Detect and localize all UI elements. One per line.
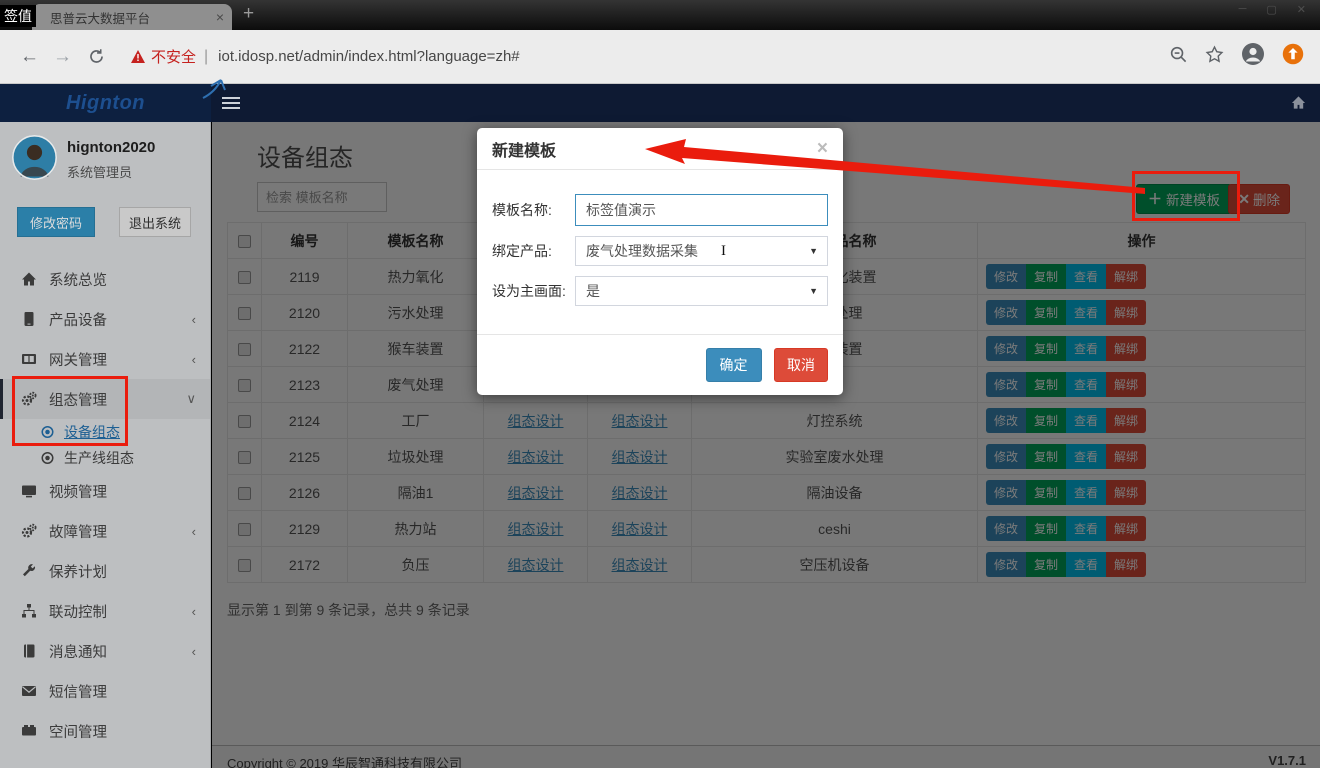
sitemap-icon (20, 603, 37, 619)
caret-down-icon: ▼ (809, 246, 818, 256)
browser-profile-avatar[interactable] (1241, 42, 1265, 71)
sidebar-item-10[interactable]: 空间管理 (0, 711, 210, 751)
browser-tab[interactable]: 思普云大数据平台 × (32, 4, 232, 30)
circle-dot-icon (40, 424, 55, 440)
main-screen-select[interactable]: 是 ▼ (575, 276, 828, 306)
back-icon[interactable]: ← (20, 46, 39, 68)
template-name-input[interactable] (575, 194, 828, 226)
chevron-left-icon: ‹ (192, 352, 196, 367)
avatar (12, 135, 57, 185)
logout-button[interactable]: 退出系统 (119, 207, 191, 237)
new-tab-button[interactable]: + (243, 3, 254, 25)
bookmark-star-icon[interactable] (1205, 45, 1224, 69)
home-icon[interactable] (1291, 95, 1306, 115)
sidebar-toggle-icon[interactable] (222, 94, 240, 112)
film-icon (20, 351, 37, 367)
sidebar-item-8[interactable]: 消息通知‹ (0, 631, 210, 671)
sidebar-item-5[interactable]: 故障管理‹ (0, 511, 210, 551)
window-controls: ─ ▢ ✕ (1239, 3, 1306, 16)
confirm-button[interactable]: 确定 (706, 348, 762, 382)
tab-close-icon[interactable]: × (216, 10, 224, 24)
sidebar-item-2[interactable]: 网关管理‹ (0, 339, 210, 379)
maximize-icon[interactable]: ▢ (1266, 3, 1276, 16)
cancel-button[interactable]: 取消 (774, 348, 828, 382)
tab-title: 思普云大数据平台 (50, 8, 216, 27)
sidebar-menu: 系统总览产品设备‹网关管理‹组态管理∨设备组态生产线组态视频管理故障管理‹保养计… (0, 259, 210, 751)
change-password-button[interactable]: 修改密码 (17, 207, 95, 237)
template-name-label: 模板名称: (492, 200, 575, 220)
text-cursor: I (721, 243, 726, 260)
gears-icon (20, 523, 37, 539)
app-logo[interactable]: Hignton (0, 84, 211, 122)
sidebar-item-9[interactable]: 短信管理 (0, 671, 210, 711)
modal-close-icon[interactable]: × (817, 138, 828, 160)
home-icon (20, 271, 37, 287)
browser-update-icon[interactable] (1282, 43, 1304, 70)
screen-overlay-label: 签值 (0, 5, 36, 27)
close-window-icon[interactable]: ✕ (1297, 3, 1306, 16)
sidebar-item-3[interactable]: 组态管理∨ (0, 379, 210, 419)
user-role: 系统管理员 (67, 162, 155, 181)
sidebar-item-6[interactable]: 保养计划 (0, 551, 210, 591)
tablet-icon (20, 311, 37, 327)
address-bar[interactable]: iot.idosp.net/admin/index.html?language=… (218, 48, 1169, 65)
chevron-left-icon: ‹ (192, 524, 196, 539)
sidebar-item-7[interactable]: 联动控制‹ (0, 591, 210, 631)
minimize-icon[interactable]: ─ (1239, 3, 1247, 16)
chevron-left-icon: ‹ (192, 604, 196, 619)
main-screen-label: 设为主画面: (492, 281, 575, 301)
modal-title: 新建模板 (492, 137, 817, 161)
chevron-down-icon: ∨ (186, 391, 196, 407)
sidebar-item-4[interactable]: 视频管理 (0, 471, 210, 511)
sidebar-item-0[interactable]: 系统总览 (0, 259, 210, 299)
sidebar: hignton2020 系统管理员 修改密码 退出系统 系统总览产品设备‹网关管… (0, 122, 211, 768)
envelope-icon (20, 683, 37, 699)
username: hignton2020 (67, 139, 155, 156)
forward-icon[interactable]: → (53, 46, 72, 68)
gears-icon (20, 391, 37, 407)
browser-urlbar: ← → 不安全 | iot.idosp.net/admin/index.html… (0, 30, 1320, 84)
user-panel: hignton2020 系统管理员 (0, 122, 210, 185)
security-warning-icon[interactable] (131, 50, 145, 63)
monitor-icon (20, 483, 37, 499)
app-navbar: Hignton (0, 84, 1320, 122)
sidebar-subitem-3-1[interactable]: 生产线组态 (0, 445, 210, 471)
book-icon (20, 643, 37, 659)
new-template-modal: 新建模板 × 模板名称: 绑定产品: 废气处理数据采集 ▼ I 设为主画面: (477, 128, 843, 395)
refresh-icon[interactable] (88, 48, 105, 65)
browser-tabstrip: 签值 思普云大数据平台 × + ─ ▢ ✕ (0, 0, 1320, 30)
bind-product-label: 绑定产品: (492, 241, 575, 261)
bind-product-select[interactable]: 废气处理数据采集 ▼ I (575, 236, 828, 266)
insecure-label[interactable]: 不安全 (151, 46, 196, 67)
sidebar-item-1[interactable]: 产品设备‹ (0, 299, 210, 339)
url-separator: | (204, 48, 208, 66)
caret-down-icon: ▼ (809, 286, 818, 296)
wrench-icon (20, 563, 37, 579)
box-icon (20, 723, 37, 739)
circle-dot-icon (40, 450, 55, 466)
sidebar-subitem-3-0[interactable]: 设备组态 (0, 419, 210, 445)
zoom-out-icon[interactable] (1169, 45, 1188, 69)
chevron-left-icon: ‹ (192, 312, 196, 327)
chevron-left-icon: ‹ (192, 644, 196, 659)
